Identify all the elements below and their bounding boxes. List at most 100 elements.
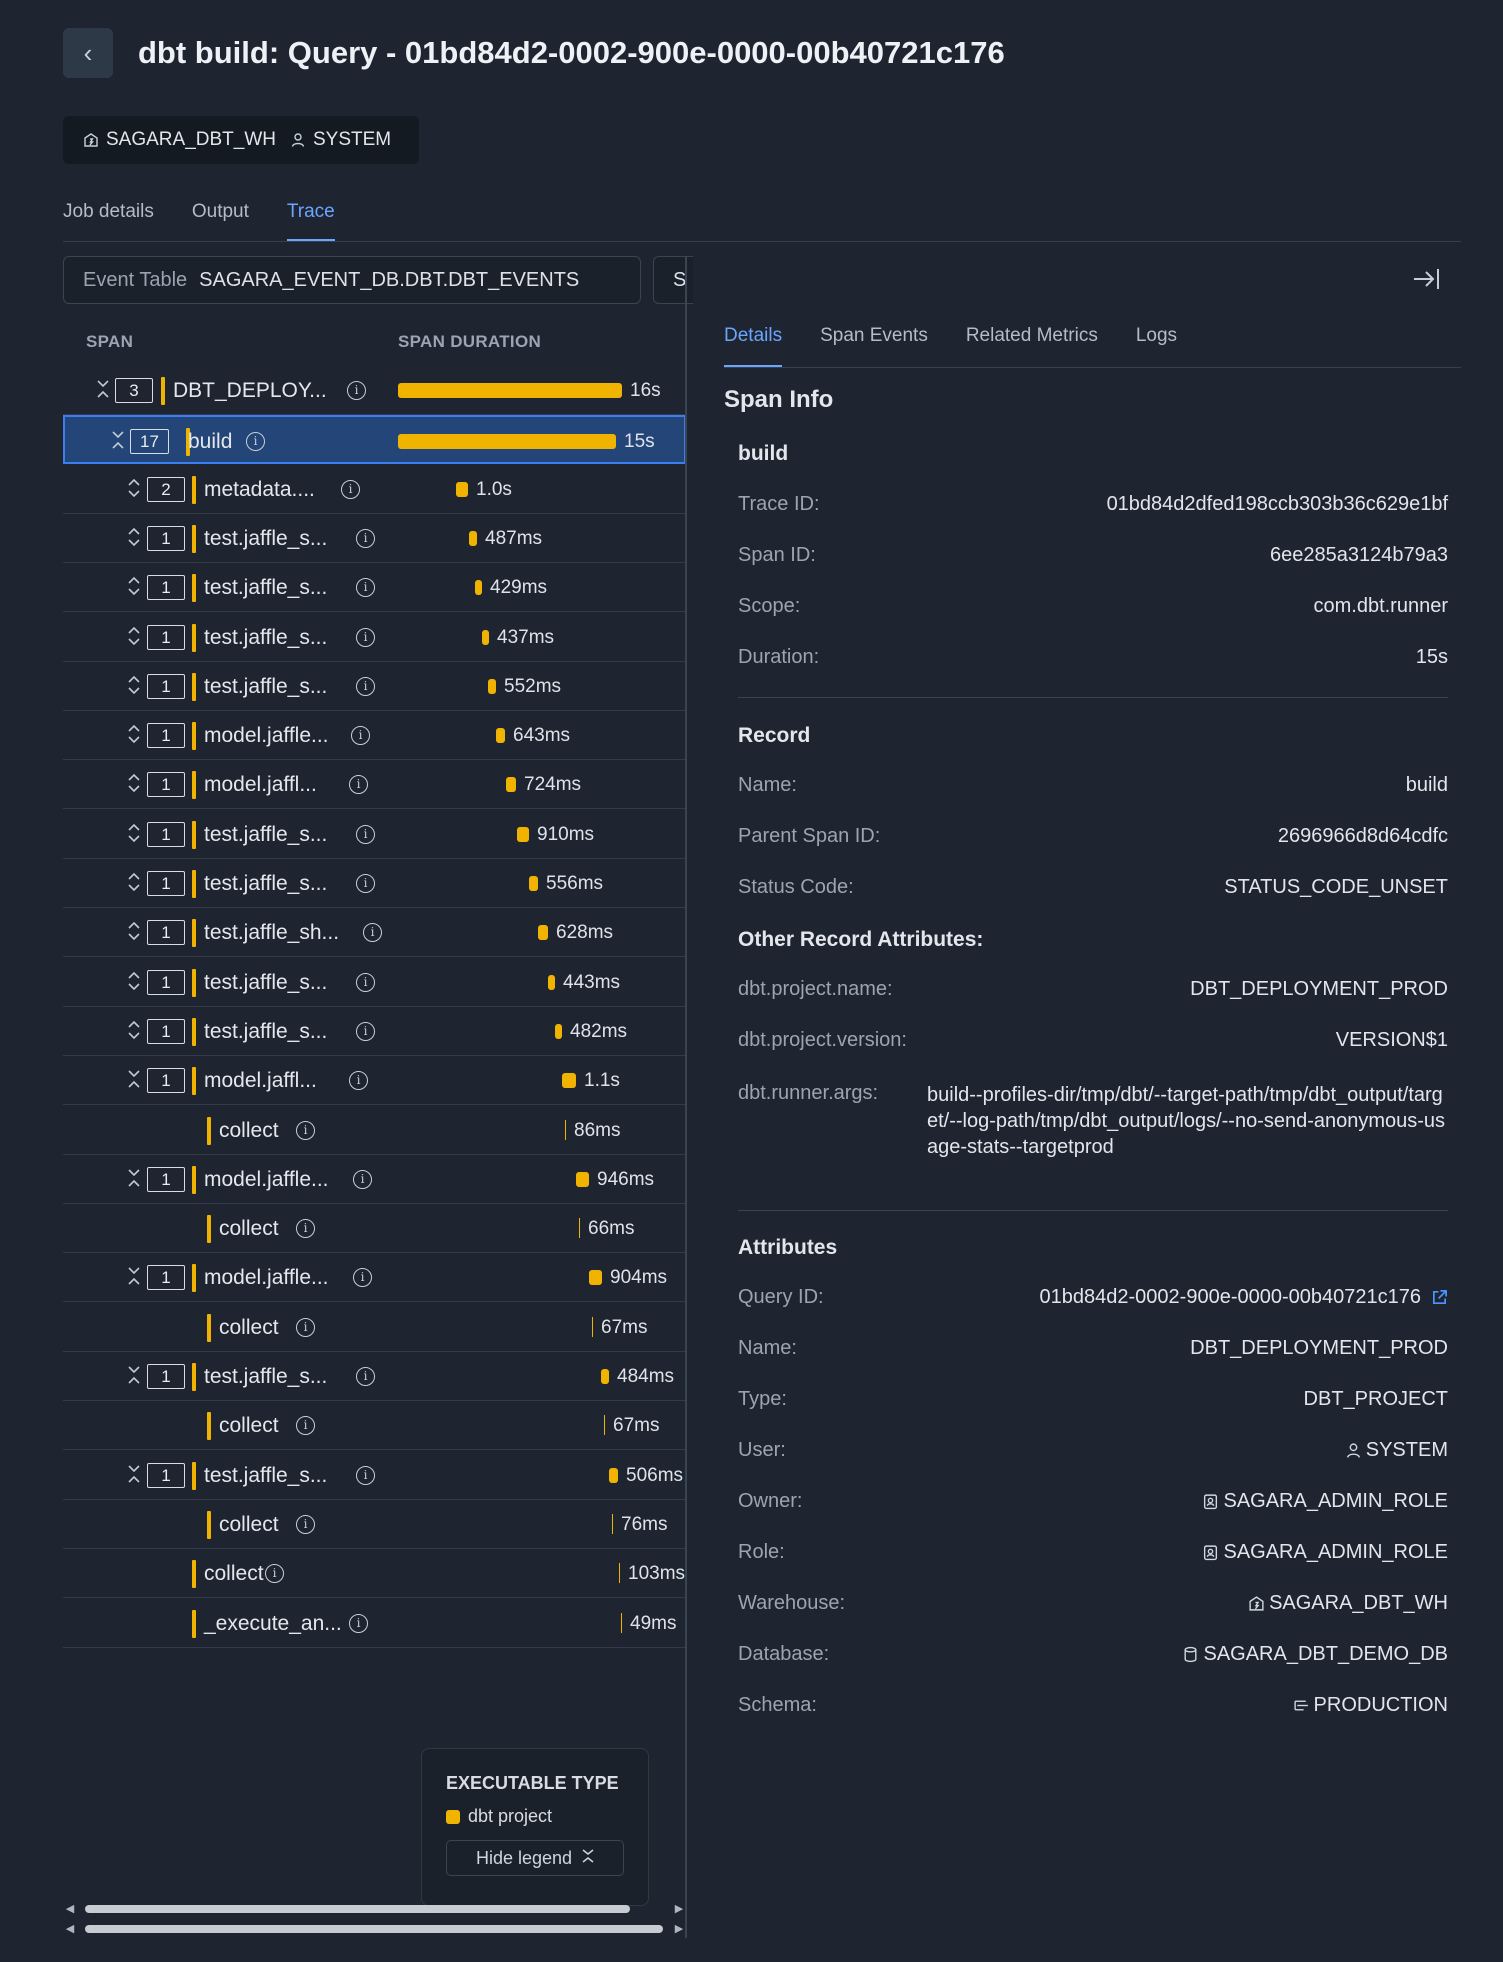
expand-toggle-icon[interactable]	[126, 871, 142, 895]
info-icon[interactable]: i	[356, 1367, 375, 1386]
span-row[interactable]: collect i 67ms	[63, 1303, 686, 1352]
span-row[interactable]: 1 test.jaffle_s... i 552ms	[63, 662, 686, 711]
collapse-toggle-icon[interactable]	[110, 429, 126, 453]
horizontal-scrollbar[interactable]: ◀ ▶	[63, 1901, 686, 1917]
info-icon[interactable]: i	[349, 1071, 368, 1090]
span-row[interactable]: collect i 67ms	[63, 1401, 686, 1450]
child-count-badge: 1	[147, 625, 185, 650]
info-icon[interactable]: i	[265, 1564, 284, 1583]
info-icon[interactable]: i	[296, 1121, 315, 1140]
scroll-left-icon[interactable]: ◀	[63, 1901, 77, 1917]
span-row[interactable]: 1 model.jaffle... i 643ms	[63, 711, 686, 760]
span-row[interactable]: 1 model.jaffle... i 946ms	[63, 1155, 686, 1204]
info-icon[interactable]: i	[356, 628, 375, 647]
scroll-right-icon[interactable]: ▶	[672, 1901, 686, 1917]
info-icon[interactable]: i	[349, 1614, 368, 1633]
span-row[interactable]: 1 model.jaffl... i 1.1s	[63, 1056, 686, 1105]
expand-toggle-icon[interactable]	[126, 477, 142, 501]
collapse-toggle-icon[interactable]	[126, 1068, 142, 1092]
info-icon[interactable]: i	[353, 1268, 372, 1287]
collapse-toggle-icon[interactable]	[126, 1463, 142, 1487]
event-table-label: Event Table	[83, 268, 188, 291]
tab-details[interactable]: Details	[724, 320, 783, 368]
expand-toggle-icon[interactable]	[126, 772, 142, 796]
span-row[interactable]: 1 model.jaffl... i 724ms	[63, 760, 686, 809]
info-icon[interactable]: i	[246, 432, 265, 451]
span-row[interactable]: 1 test.jaffle_s... i 429ms	[63, 563, 686, 612]
record-title: Record	[738, 724, 811, 747]
collapse-toggle-icon[interactable]	[126, 1265, 142, 1289]
span-row[interactable]: _execute_an... i 49ms	[63, 1599, 686, 1648]
span-row[interactable]: 1 test.jaffle_s... i 910ms	[63, 810, 686, 859]
expand-toggle-icon[interactable]	[126, 970, 142, 994]
info-icon[interactable]: i	[296, 1416, 315, 1435]
info-icon[interactable]: i	[356, 825, 375, 844]
tab-related-metrics[interactable]: Related Metrics	[966, 320, 1098, 368]
scroll-left-icon[interactable]: ◀	[63, 1921, 77, 1937]
expand-toggle-icon[interactable]	[126, 822, 142, 846]
expand-toggle-icon[interactable]	[126, 575, 142, 599]
info-icon[interactable]: i	[356, 677, 375, 696]
panel-splitter[interactable]	[685, 256, 687, 1938]
event-table-filter[interactable]: Event Table SAGARA_EVENT_DB.DBT.DBT_EVEN…	[63, 256, 641, 304]
external-link-icon[interactable]	[1431, 1289, 1448, 1306]
scrollbar-thumb[interactable]	[85, 1925, 663, 1933]
info-icon[interactable]: i	[341, 480, 360, 499]
info-icon[interactable]: i	[296, 1219, 315, 1238]
info-icon[interactable]: i	[356, 973, 375, 992]
span-row[interactable]: collect i 103ms	[63, 1549, 686, 1598]
span-row[interactable]: 3 DBT_DEPLOY... i 16s	[63, 366, 686, 415]
span-row[interactable]: 1 test.jaffle_s... i 443ms	[63, 958, 686, 1007]
span-row[interactable]: 1 test.jaffle_s... i 506ms	[63, 1451, 686, 1500]
expand-toggle-icon[interactable]	[126, 625, 142, 649]
collapse-toggle-icon[interactable]	[95, 378, 111, 402]
tab-trace[interactable]: Trace	[286, 196, 335, 242]
collapse-panel-icon[interactable]	[1411, 265, 1445, 295]
info-icon[interactable]: i	[351, 726, 370, 745]
expand-toggle-icon[interactable]	[126, 526, 142, 550]
info-icon[interactable]: i	[363, 923, 382, 942]
span-row[interactable]: collect i 86ms	[63, 1106, 686, 1155]
expand-toggle-icon[interactable]	[126, 1019, 142, 1043]
info-icon[interactable]: i	[353, 1170, 372, 1189]
tab-output[interactable]: Output	[192, 196, 249, 242]
info-icon[interactable]: i	[356, 874, 375, 893]
back-button[interactable]: ‹	[63, 28, 113, 78]
expand-toggle-icon[interactable]	[126, 674, 142, 698]
info-icon[interactable]: i	[347, 381, 366, 400]
info-icon[interactable]: i	[356, 1466, 375, 1485]
info-icon[interactable]: i	[349, 775, 368, 794]
info-icon[interactable]: i	[356, 1022, 375, 1041]
tab-logs[interactable]: Logs	[1136, 320, 1177, 368]
horizontal-scrollbar-secondary[interactable]: ◀ ▶	[63, 1921, 686, 1937]
span-row[interactable]: 2 metadata.... i 1.0s	[63, 465, 686, 514]
tab-job-details[interactable]: Job details	[63, 196, 154, 242]
info-icon[interactable]: i	[296, 1318, 315, 1337]
span-row[interactable]: 1 test.jaffle_s... i 556ms	[63, 859, 686, 908]
span-info-value-wrap: 15s	[1416, 646, 1448, 669]
span-row[interactable]: collect i 76ms	[63, 1500, 686, 1549]
span-tree: 3 DBT_DEPLOY... i 16s 17 build i 15s 2 metadata..…	[63, 366, 686, 1648]
info-icon[interactable]: i	[356, 529, 375, 548]
info-icon[interactable]: i	[296, 1515, 315, 1534]
info-icon[interactable]: i	[356, 578, 375, 597]
span-row[interactable]: 1 test.jaffle_sh... i 628ms	[63, 908, 686, 957]
span-row[interactable]: 17 build i 15s	[63, 415, 686, 464]
span-row[interactable]: collect i 66ms	[63, 1204, 686, 1253]
span-row[interactable]: 1 test.jaffle_s... i 487ms	[63, 514, 686, 563]
scroll-right-icon[interactable]: ▶	[672, 1921, 686, 1937]
expand-toggle-icon[interactable]	[126, 723, 142, 747]
span-row[interactable]: 1 test.jaffle_s... i 482ms	[63, 1007, 686, 1056]
expand-toggle-icon[interactable]	[126, 920, 142, 944]
collapse-toggle-icon[interactable]	[126, 1167, 142, 1191]
span-type-marker	[207, 1412, 211, 1440]
span-row[interactable]: 1 model.jaffle... i 904ms	[63, 1253, 686, 1302]
scrollbar-thumb[interactable]	[85, 1905, 630, 1913]
hide-legend-button[interactable]: Hide legend	[446, 1840, 624, 1876]
chevron-left-icon: ‹	[83, 37, 93, 68]
tab-span-events[interactable]: Span Events	[820, 320, 928, 368]
span-row[interactable]: 1 test.jaffle_s... i 437ms	[63, 613, 686, 662]
span-row[interactable]: 1 test.jaffle_s... i 484ms	[63, 1352, 686, 1401]
second-filter[interactable]: S	[653, 256, 693, 304]
collapse-toggle-icon[interactable]	[126, 1364, 142, 1388]
